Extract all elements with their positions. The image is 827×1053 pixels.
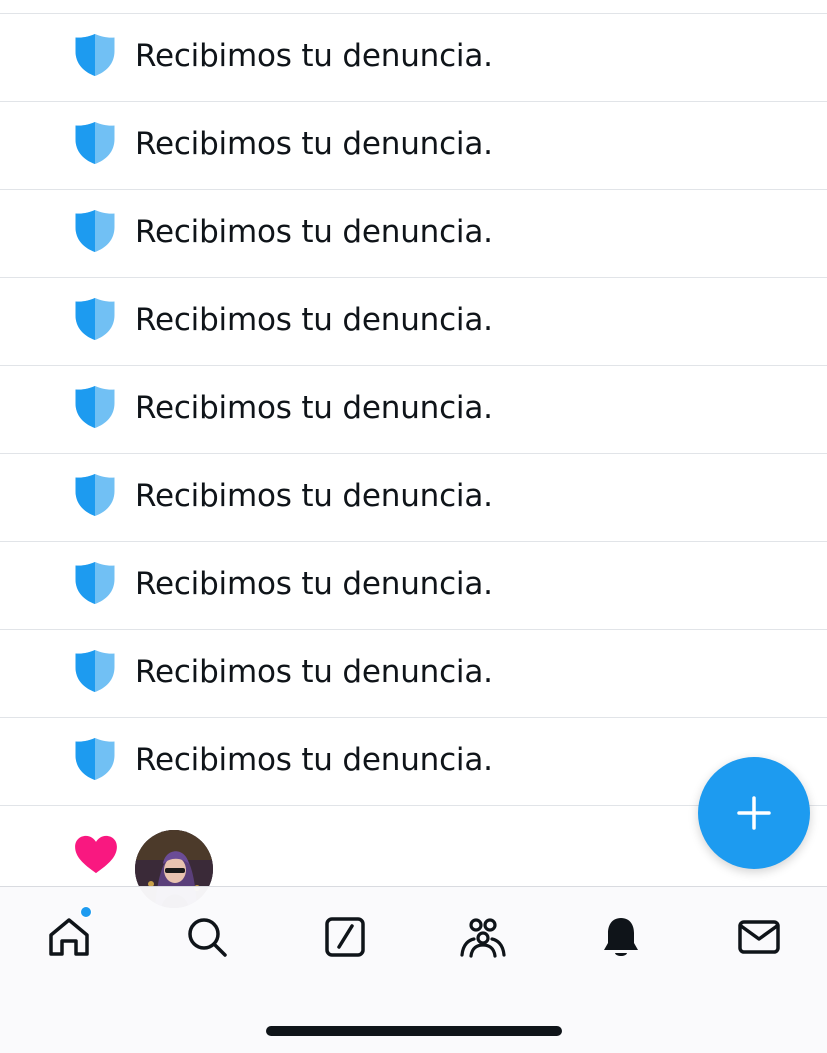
shield-icon [75,474,115,516]
notification-text: Recibimos tu denuncia. [135,566,493,602]
shield-icon [75,386,115,428]
notification-text: Recibimos tu denuncia. [135,742,493,778]
notification-text: Recibimos tu denuncia. [135,390,493,426]
notification-text: Recibimos tu denuncia. [135,302,493,338]
tab-communities[interactable] [459,913,507,961]
notification-text: Recibimos tu denuncia. [135,214,493,250]
shield-icon [75,562,115,604]
search-icon [188,918,227,957]
notification-text: Recibimos tu denuncia. [135,126,493,162]
home-indicator[interactable] [266,1026,562,1036]
notification-text: Recibimos tu denuncia. [135,654,493,690]
compose-button[interactable] [698,757,810,869]
tab-notifications[interactable] [597,913,645,961]
home-badge-dot [80,906,92,918]
grok-icon [325,917,365,957]
notification-row[interactable]: Recibimos tu denuncia. [0,278,827,366]
divider [0,0,827,14]
notification-row[interactable]: Recibimos tu denuncia. [0,454,827,542]
notification-row[interactable]: Recibimos tu denuncia. [0,102,827,190]
home-icon [49,918,89,956]
shield-icon [75,298,115,340]
notifications-feed: Recibimos tu denuncia. Recibimos tu denun… [0,0,827,908]
shield-icon [75,210,115,252]
notification-row[interactable]: Recibimos tu denuncia. [0,542,827,630]
tab-home[interactable] [45,913,93,961]
notification-row[interactable]: Recibimos tu denuncia. [0,190,827,278]
plus-icon [737,796,771,830]
notification-text: Recibimos tu denuncia. [135,478,493,514]
bell-icon [604,918,638,956]
notification-row[interactable]: Recibimos tu denuncia. [0,14,827,102]
shield-icon [75,34,115,76]
heart-icon [75,835,117,874]
notification-text: Recibimos tu denuncia. [135,38,493,74]
notification-row[interactable]: Recibimos tu denuncia. [0,366,827,454]
shield-icon [75,122,115,164]
tab-messages[interactable] [735,913,783,961]
tab-search[interactable] [183,913,231,961]
notification-row[interactable]: Recibimos tu denuncia. [0,630,827,718]
shield-icon [75,738,115,780]
communities-icon [460,918,506,958]
mail-icon [738,920,780,954]
shield-icon [75,650,115,692]
tab-grok[interactable] [321,913,369,961]
